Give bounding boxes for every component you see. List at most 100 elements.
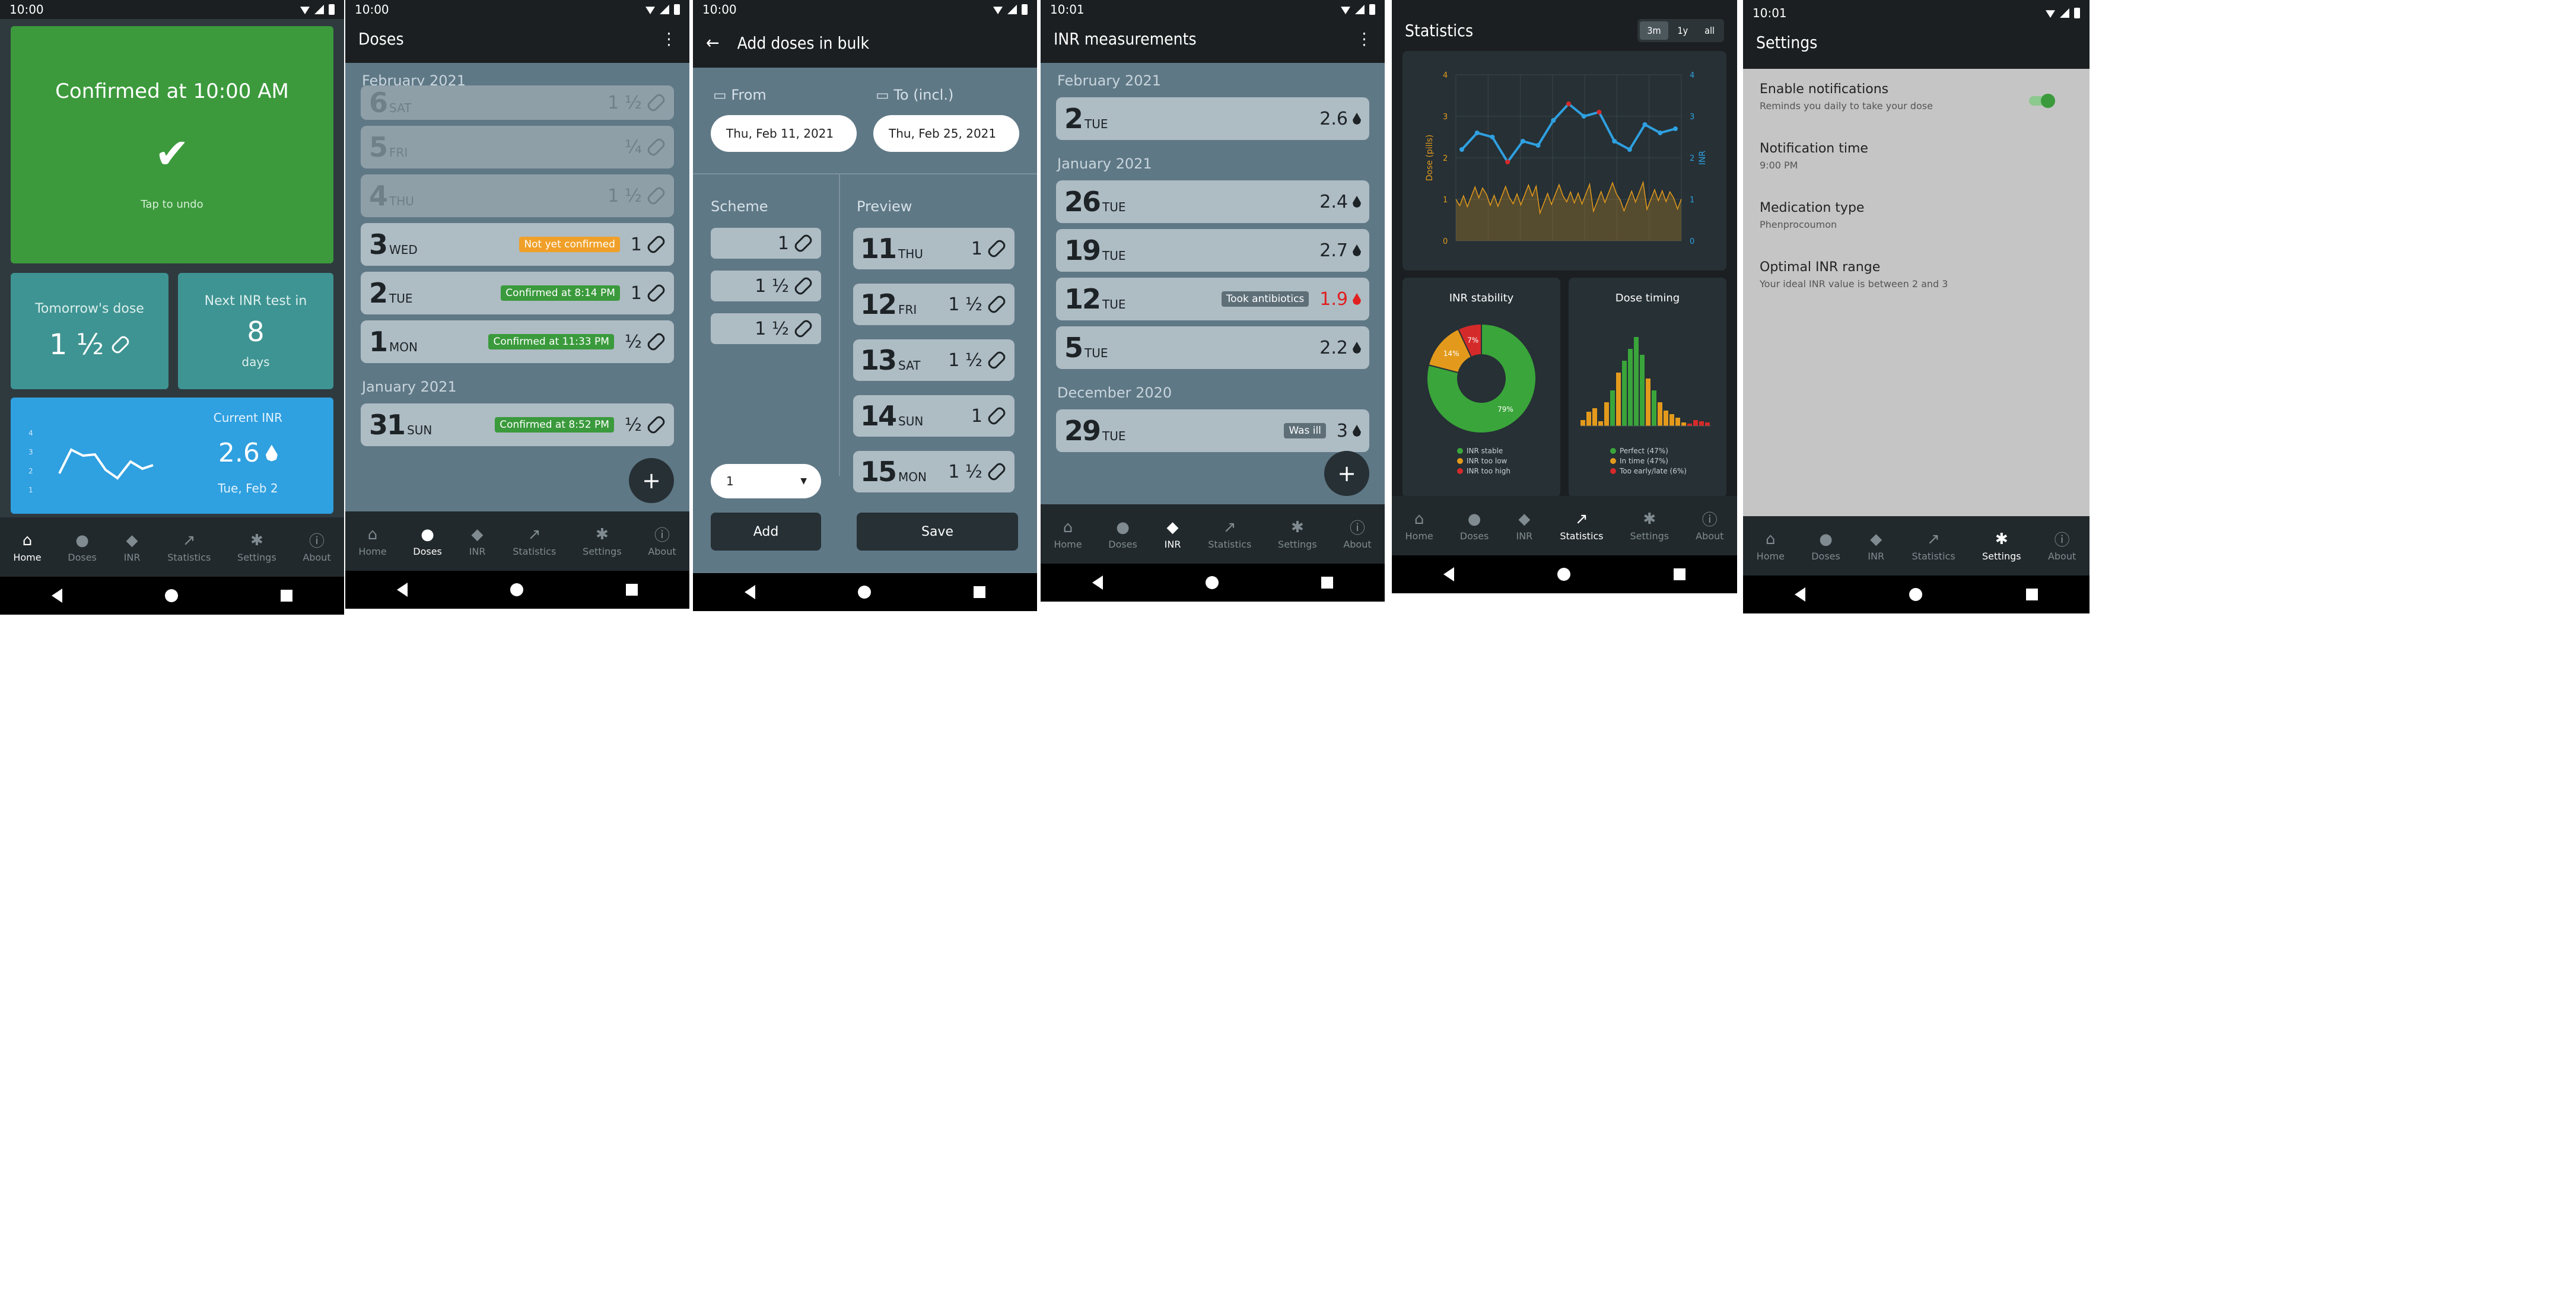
nav-statistics[interactable]: ↗ Statistics — [1560, 510, 1603, 542]
back-icon[interactable] — [1795, 587, 1806, 602]
setting-medication-type[interactable]: Medication type Phenprocoumon — [1760, 201, 1864, 230]
y-tick-left: 3 — [1443, 113, 1448, 122]
y-axis-label-left: Dose (pills) — [1425, 135, 1435, 181]
home-system-icon[interactable] — [510, 583, 523, 596]
inr-row[interactable]: 19 TUE 2.7 — [1056, 229, 1369, 272]
nav-inr[interactable]: ◆ INR — [1164, 519, 1182, 550]
nav-home[interactable]: ⌂ Home — [1405, 510, 1433, 542]
scheme-item[interactable]: 1 — [711, 228, 821, 259]
nav-home[interactable]: ⌂ Home — [13, 532, 41, 563]
nav-home[interactable]: ⌂ Home — [1054, 519, 1082, 550]
setting-subtitle: Your ideal INR value is between 2 and 3 — [1760, 278, 1948, 290]
back-icon[interactable] — [1443, 567, 1454, 581]
nav-inr[interactable]: ◆ INR — [469, 526, 486, 557]
notifications-toggle[interactable] — [2029, 94, 2055, 108]
recents-icon[interactable] — [626, 584, 638, 596]
inr-row[interactable]: 2 TUE 2.6 — [1056, 97, 1369, 140]
from-date-field[interactable]: Thu, Feb 11, 2021 — [711, 115, 857, 152]
nav-settings[interactable]: ✱ Settings — [237, 532, 276, 563]
home-system-icon[interactable] — [1909, 588, 1922, 601]
nav-about[interactable]: ⓘ About — [648, 526, 676, 557]
nav-settings[interactable]: ✱ Settings — [583, 526, 622, 557]
histogram-bar — [1604, 402, 1609, 426]
recents-icon[interactable] — [281, 590, 293, 602]
nav-statistics[interactable]: ↗ Statistics — [1208, 519, 1251, 550]
home-system-icon[interactable] — [1205, 576, 1219, 589]
home-system-icon[interactable] — [164, 589, 178, 602]
inr-row[interactable]: 12 TUE Took antibiotics 1.9 — [1056, 278, 1369, 320]
back-arrow-icon[interactable]: ← — [706, 33, 720, 53]
add-dose-button[interactable]: + — [629, 458, 674, 503]
home-system-icon[interactable] — [857, 586, 871, 599]
nav-home[interactable]: ⌂ Home — [358, 526, 386, 557]
inr-row[interactable]: 29 TUE Was ill 3 — [1056, 409, 1369, 452]
add-inr-button[interactable]: + — [1324, 451, 1369, 496]
range-1y[interactable]: 1y — [1671, 21, 1696, 40]
confirmation-card[interactable]: Confirmed at 10:00 AM ✔ Tap to undo — [11, 26, 333, 263]
scheme-item[interactable]: 1 ½ — [711, 271, 821, 301]
day-number: 5 — [1064, 332, 1083, 364]
nav-doses[interactable]: ● Doses — [1811, 530, 1840, 562]
nav-label: About — [1343, 538, 1372, 550]
nav-about[interactable]: ⓘ About — [1343, 519, 1371, 550]
dose-row[interactable]: 4 THU 1 ½ — [361, 174, 674, 217]
inr-row[interactable]: 5 TUE 2.2 — [1056, 326, 1369, 369]
nav-doses[interactable]: ● Doses — [68, 532, 97, 563]
save-button[interactable]: Save — [857, 513, 1018, 551]
dose-row[interactable]: 5 FRI ¼ — [361, 126, 674, 168]
setting-notifications[interactable]: Enable notifications Reminds you daily t… — [1760, 82, 2073, 112]
next-inr-card[interactable]: Next INR test in 8 days — [178, 273, 333, 389]
nav-doses[interactable]: ● Doses — [1108, 519, 1137, 550]
to-date-field[interactable]: Thu, Feb 25, 2021 — [873, 115, 1019, 152]
drop-icon — [1353, 196, 1361, 208]
inr-row[interactable]: 26 TUE 2.4 — [1056, 180, 1369, 223]
back-icon[interactable] — [744, 585, 755, 599]
more-icon[interactable]: ⋮ — [662, 29, 676, 49]
back-icon[interactable] — [396, 583, 408, 597]
day-number: 5 — [369, 131, 388, 163]
nav-settings[interactable]: ✱ Settings — [1982, 530, 2021, 562]
nav-label: Home — [13, 551, 42, 563]
range-3m[interactable]: 3m — [1640, 21, 1668, 40]
tomorrow-dose-card[interactable]: Tomorrow's dose 1 ½ — [11, 273, 168, 389]
status-time: 10:00 — [702, 2, 737, 17]
scheme-item[interactable]: 1 ½ — [711, 313, 821, 344]
back-icon[interactable] — [1092, 575, 1103, 590]
nav-statistics[interactable]: ↗ Statistics — [1912, 530, 1955, 562]
back-icon[interactable] — [51, 589, 62, 603]
nav-statistics[interactable]: ↗ Statistics — [167, 532, 211, 563]
dose-row[interactable]: 6 SAT 1 ½ — [361, 85, 674, 120]
setting-inr-range[interactable]: Optimal INR range Your ideal INR value i… — [1760, 260, 1948, 290]
dose-row[interactable]: 31 SUN Confirmed at 8:52 PM ½ — [361, 403, 674, 446]
nav-settings[interactable]: ✱ Settings — [1278, 519, 1317, 550]
recents-icon[interactable] — [1674, 568, 1685, 580]
recents-icon[interactable] — [2025, 589, 2038, 600]
add-button[interactable]: Add — [711, 513, 821, 551]
status-time: 10:00 — [9, 2, 44, 17]
recents-icon[interactable] — [1321, 577, 1334, 589]
setting-notification-time[interactable]: Notification time 9:00 PM — [1760, 141, 1868, 171]
nav-home[interactable]: ⌂ Home — [1757, 530, 1785, 562]
current-inr-card[interactable]: 4 3 2 1 Current INR 2.6 Tue, Feb 2 — [11, 398, 333, 514]
pills-icon: ● — [1467, 510, 1481, 528]
wifi-icon — [645, 7, 655, 14]
dose-select[interactable]: 1 ▼ — [711, 464, 821, 498]
nav-about[interactable]: ⓘ About — [1696, 510, 1723, 542]
range-all[interactable]: all — [1697, 21, 1722, 40]
recents-icon[interactable] — [974, 586, 986, 598]
nav-inr[interactable]: ◆ INR — [1867, 530, 1885, 562]
battery-icon — [1369, 4, 1375, 15]
dose-row[interactable]: 2 TUE Confirmed at 8:14 PM 1 — [361, 272, 674, 314]
dose-row[interactable]: 1 MON Confirmed at 11:33 PM ½ — [361, 320, 674, 363]
nav-statistics[interactable]: ↗ Statistics — [513, 526, 556, 557]
nav-settings[interactable]: ✱ Settings — [1630, 510, 1669, 542]
nav-doses[interactable]: ● Doses — [413, 526, 442, 557]
nav-inr[interactable]: ◆ INR — [1515, 510, 1533, 542]
nav-doses[interactable]: ● Doses — [1460, 510, 1489, 542]
home-system-icon[interactable] — [1557, 568, 1570, 581]
nav-inr[interactable]: ◆ INR — [123, 532, 141, 563]
nav-about[interactable]: ⓘ About — [303, 532, 330, 563]
nav-about[interactable]: ⓘ About — [2048, 530, 2076, 562]
dose-row[interactable]: 3 WED Not yet confirmed 1 — [361, 223, 674, 266]
more-icon[interactable]: ⋮ — [1357, 29, 1372, 49]
